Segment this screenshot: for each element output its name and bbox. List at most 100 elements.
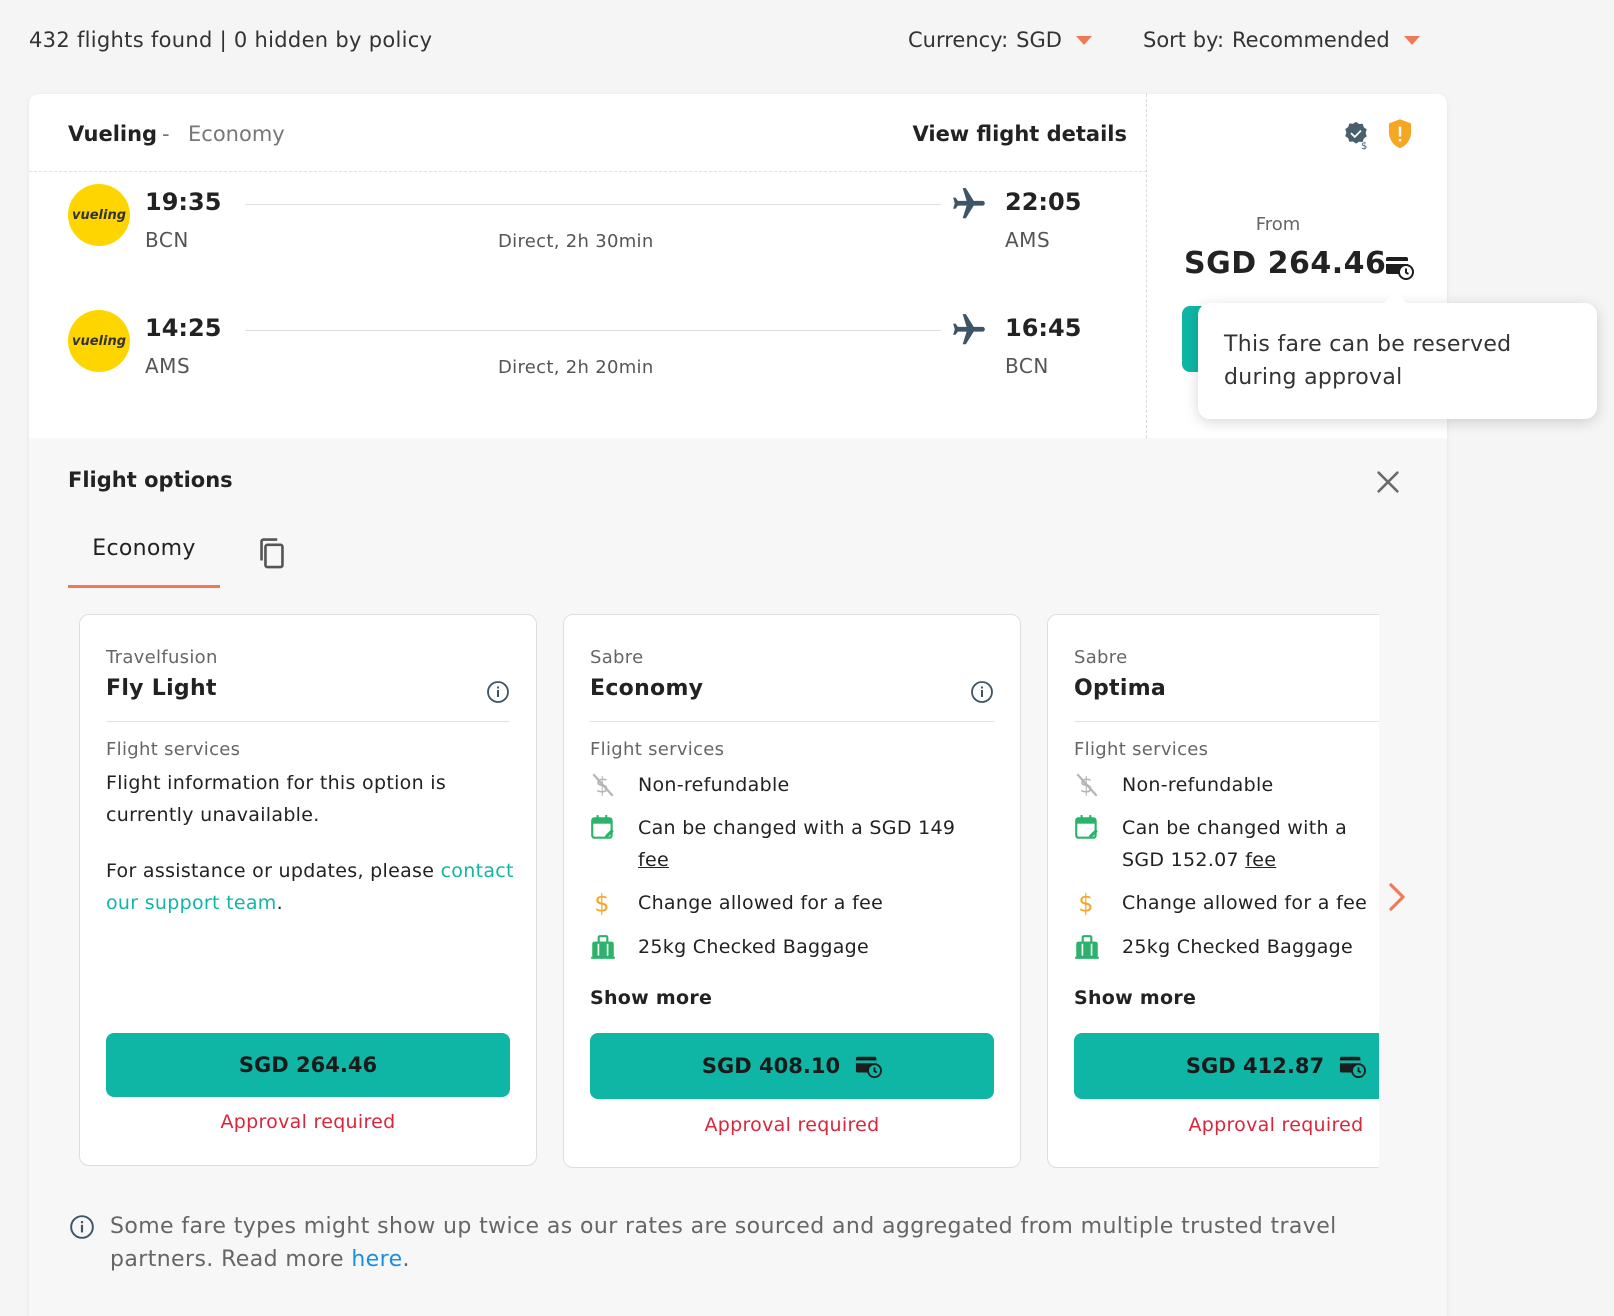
divider [1146,94,1147,438]
info-icon[interactable] [486,680,510,704]
arrival-airport: AMS [1005,228,1051,252]
svg-text:$: $ [595,774,609,799]
currency-selector[interactable]: Currency: SGD [908,28,1092,52]
svg-text:$: $ [1361,141,1367,150]
close-icon[interactable] [1374,468,1402,496]
divider [1074,721,1379,722]
airline-name: Vueling [68,122,158,146]
services-label: Flight services [106,739,241,760]
departure-time: 14:25 [145,314,222,342]
baggage-icon [1075,935,1099,959]
chevron-down-icon [1403,35,1420,45]
flight-options-title: Flight options [68,468,233,492]
from-label: From [1255,214,1301,235]
assistance-suffix: . [276,892,283,914]
svg-text:$: $ [1078,890,1093,917]
dollar-icon: $ [594,890,609,917]
view-flight-details-link[interactable]: View flight details [912,122,1127,146]
service-text: Change allowed for a fee [638,892,884,914]
currency-value: SGD [1016,28,1062,52]
fare-card: Sabre Economy Flight services $ Non-refu… [563,614,1021,1168]
fare-price: SGD 264.46 [238,1053,378,1077]
flight-duration: Direct, 2h 20min [498,357,654,378]
sort-label: Sort by: [1143,28,1225,52]
fare-source: Sabre [590,647,644,668]
departure-time: 19:35 [145,188,222,216]
currency-label: Currency: [908,28,1009,52]
fare-source: Travelfusion [106,647,218,668]
fare-disclaimer: Some fare types might show up twice as o… [110,1210,1350,1276]
service-text: Non-refundable [1122,774,1274,796]
services-label: Flight services [590,739,725,760]
plane-icon [953,314,985,345]
airline-logo: vueling [68,184,130,246]
fare-name: Optima [1074,676,1167,701]
flight-options-panel: Flight options Economy Travelfusion Fly … [29,438,1447,1316]
divider [590,721,994,722]
show-more-link[interactable]: Show more [590,987,712,1009]
service-change-text: Can be changed with a SGD 152.07 [1122,817,1348,871]
service-text: Can be changed with a SGD 149 fee [638,812,1018,876]
fee-link[interactable]: fee [1245,849,1276,871]
info-icon[interactable] [970,680,994,704]
footnote-end: . [402,1247,410,1272]
select-fare-button[interactable]: SGD 412.87 [1074,1033,1379,1099]
assistance-message: For assistance or updates, please contac… [106,855,516,919]
baggage-icon [591,935,615,959]
approval-required: Approval required [220,1111,396,1133]
svg-text:$: $ [1079,774,1093,799]
arrival-time: 16:45 [1005,314,1082,342]
chevron-down-icon [1075,35,1092,45]
flight-duration: Direct, 2h 30min [498,231,654,252]
flight-leg-return: vueling 14:25 AMS Direct, 2h 20min 16:45… [68,310,1108,410]
service-change-text: Can be changed with a SGD 149 [638,817,956,839]
calendar-change-icon [591,815,614,839]
departure-airport: BCN [145,228,189,252]
results-count: 432 flights found | 0 hidden by policy [29,28,433,52]
fare-price: SGD 412.87 [1185,1054,1325,1078]
plane-icon [953,188,985,219]
airline-logo: vueling [68,310,130,372]
services-label: Flight services [1074,739,1209,760]
route-line [245,204,941,205]
service-text: 25kg Checked Baggage [1122,936,1354,958]
tooltip-arrow [1383,291,1407,304]
assistance-prefix: For assistance or updates, please [106,860,441,882]
service-text: Can be changed with a SGD 152.07 fee [1122,812,1379,876]
fare-price: SGD 408.10 [701,1054,841,1078]
select-fare-button[interactable]: SGD 264.46 [106,1033,510,1097]
fare-card: Sabre Optima Flight services $ Non-refun… [1047,614,1379,1168]
reserve-tooltip: This fare can be reserved during approva… [1198,303,1597,419]
dollar-icon: $ [1078,890,1093,917]
approval-required: Approval required [1188,1114,1364,1136]
copy-icon[interactable] [256,537,288,571]
calendar-change-icon [1075,815,1098,839]
fare-source: Sabre [1074,647,1128,668]
footnote-text: Some fare types might show up twice as o… [110,1214,1337,1272]
flight-header: Vueling - Economy View flight details [29,94,1147,172]
approval-required: Approval required [704,1114,880,1136]
select-fare-button[interactable]: SGD 408.10 [590,1033,994,1099]
fare-card: Travelfusion Fly Light Flight services F… [79,614,537,1166]
separator: - [162,122,170,146]
svg-text:$: $ [594,890,609,917]
divider [106,721,510,722]
show-more-link[interactable]: Show more [1074,987,1196,1009]
reserve-fare-icon [1339,1056,1366,1079]
no-refund-icon: $ [592,773,614,799]
service-text: 25kg Checked Baggage [638,936,870,958]
chevron-right-icon[interactable] [1384,880,1410,914]
read-more-link[interactable]: here [351,1247,402,1272]
price-policy-icon[interactable]: $ [1341,120,1371,150]
sort-selector[interactable]: Sort by: Recommended [1143,28,1420,52]
fare-cards-carousel: Travelfusion Fly Light Flight services F… [79,614,1379,1174]
reserve-fare-icon [855,1056,882,1079]
tab-economy[interactable]: Economy [68,520,220,588]
from-price: SGD 264.46 [1184,246,1387,281]
reserve-fare-icon[interactable] [1384,253,1414,281]
departure-airport: AMS [145,354,191,378]
policy-warning-icon[interactable] [1385,118,1415,150]
fee-link[interactable]: fee [638,849,669,871]
cabin-class: Economy [188,122,285,146]
sort-value: Recommended [1232,28,1390,52]
